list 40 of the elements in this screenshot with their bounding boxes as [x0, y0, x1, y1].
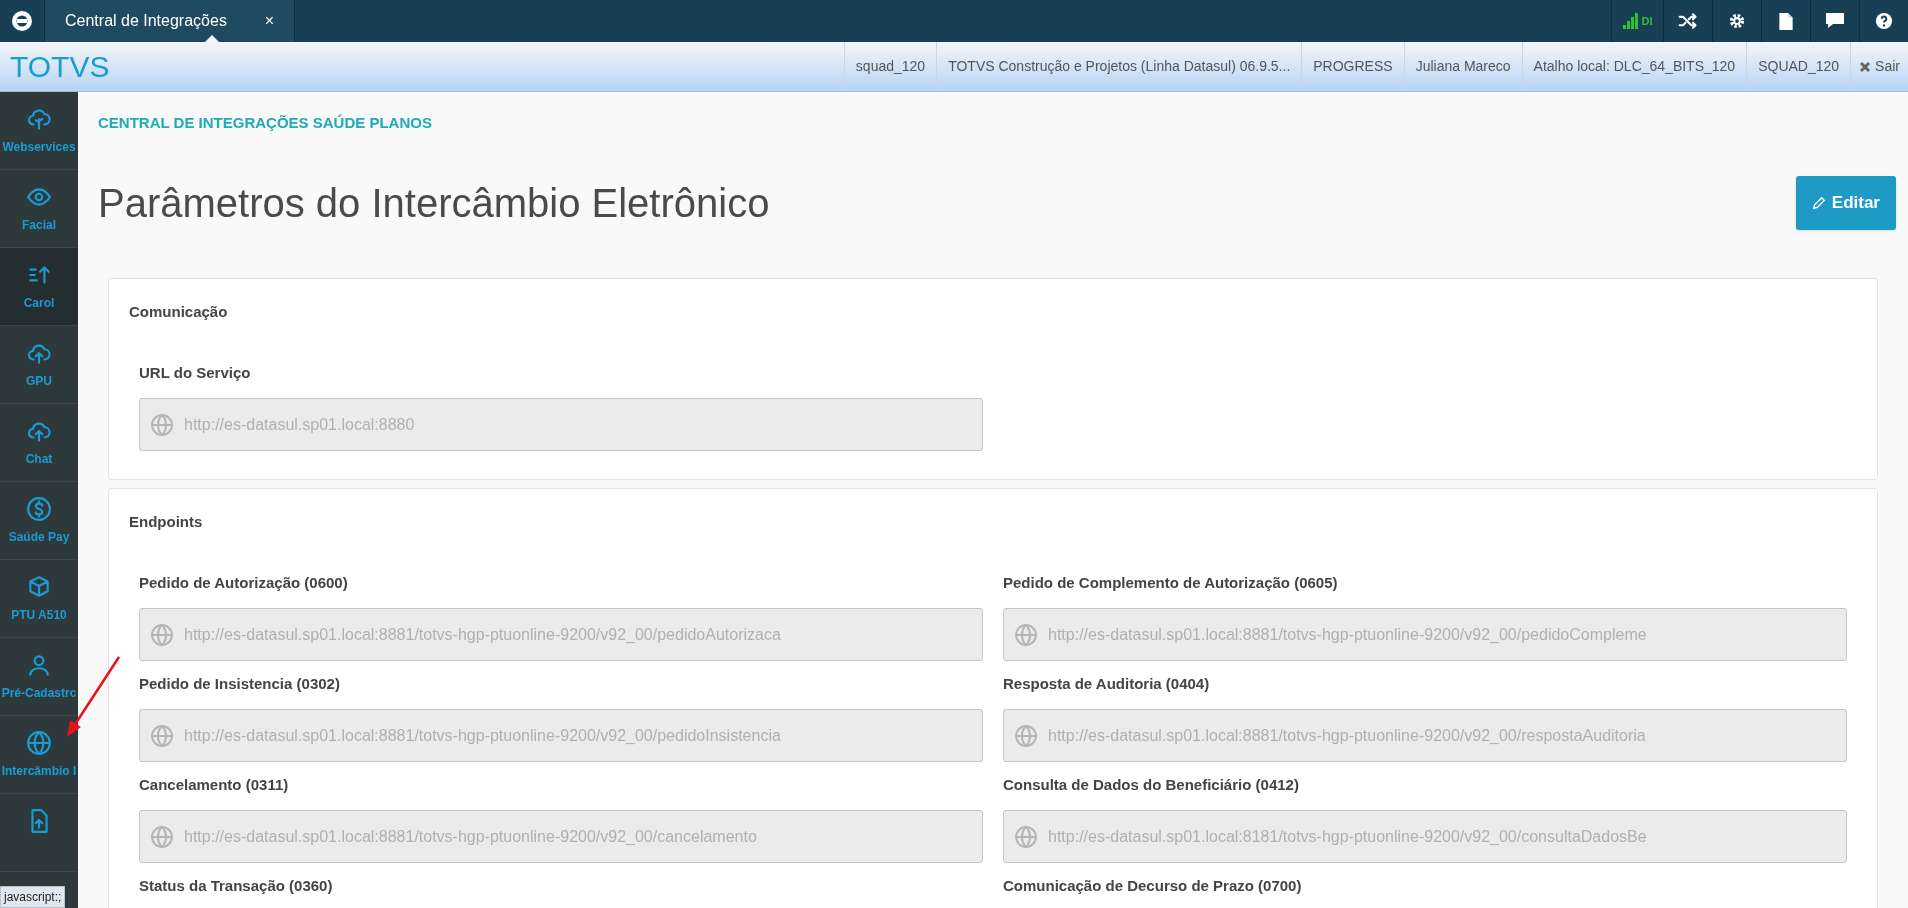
input-field: http://es-datasul.sp01.local:8181/totvs-hgp-ptuonline-9200/v92_00/consultaDadosBe: [1003, 810, 1847, 863]
input-field: http://es-datasul.sp01.local:8880: [139, 398, 983, 451]
header-info-text: Atalho local: DLC_64_BITS_120: [1533, 57, 1736, 76]
field-label: Pedido de Complemento de Autorização (0605): [1003, 573, 1339, 593]
sidebar-item[interactable]: Pré-Cadastrc: [0, 638, 78, 716]
field-label: Status da Transação (0360): [139, 876, 334, 896]
sidebar-item[interactable]: PTU A510: [0, 560, 78, 638]
breadcrumb: CENTRAL DE INTEGRAÇÕES SAÚDE PLANOS: [98, 113, 433, 132]
field-label: Cancelamento (0311): [139, 775, 290, 795]
header-info-text: squad_120: [855, 57, 926, 76]
section-title: Comunicação: [129, 302, 229, 321]
header-info-text: PROGRESS: [1313, 57, 1393, 76]
input-field: http://es-datasul.sp01.local:8881/totvs-hgp-ptuonline-9200/v92_00/pedidoAutorizaca: [139, 608, 983, 661]
close-tab-button[interactable]: ×: [264, 9, 274, 33]
sidebar-item[interactable]: Carol: [0, 248, 78, 326]
brand-name: TOTVS: [10, 49, 110, 85]
input-field: http://es-datasul.sp01.local:8881/totvs-hgp-ptuonline-9200/v92_00/cancelamento: [139, 810, 983, 863]
sidebar-item[interactable]: Saúde Pay: [0, 482, 78, 560]
header-info-text: SQUAD_120: [1758, 57, 1840, 76]
field-label: Comunicação de Decurso de Prazo (0700): [1003, 876, 1303, 896]
status-tooltip: javascript:;: [0, 886, 66, 908]
app-tab[interactable]: Central de Integrações ×: [45, 0, 295, 42]
field-label: URL do Serviço: [139, 363, 252, 383]
connection-label: DI: [1641, 13, 1653, 29]
logout-button[interactable]: Sair: [1850, 42, 1908, 91]
sidebar-item[interactable]: Webservices: [0, 92, 78, 170]
section-title: Endpoints: [129, 512, 204, 531]
input-field: http://es-datasul.sp01.local:8881/totvs-hgp-ptuonline-9200/v92_00/respostaAuditoria: [1003, 709, 1847, 762]
input-field: http://es-datasul.sp01.local:8881/totvs-hgp-ptuonline-9200/v92_00/pedidoInsistencia: [139, 709, 983, 762]
header-info-text: Juliana Mareco: [1415, 57, 1511, 76]
input-field: http://es-datasul.sp01.local:8881/totvs-hgp-ptuonline-9200/v92_00/pedidoCompleme: [1003, 608, 1847, 661]
page-title: Parâmetros do Intercâmbio Eletrônico: [98, 180, 770, 227]
sidebar-item[interactable]: Chat: [0, 404, 78, 482]
edit-button[interactable]: Editar: [1795, 176, 1896, 230]
field-label: Resposta de Auditoria (0404): [1003, 674, 1211, 694]
field-label: Consulta de Dados do Beneficiário (0412): [1003, 775, 1300, 795]
field-label: Pedido de Insistencia (0302): [139, 674, 341, 694]
field-label: Pedido de Autorização (0600): [139, 573, 349, 593]
sidebar-item[interactable]: GPU: [0, 326, 78, 404]
header-info-text: TOTVS Construção e Projetos (Linha Datasul) 06.9.5...: [948, 57, 1291, 76]
